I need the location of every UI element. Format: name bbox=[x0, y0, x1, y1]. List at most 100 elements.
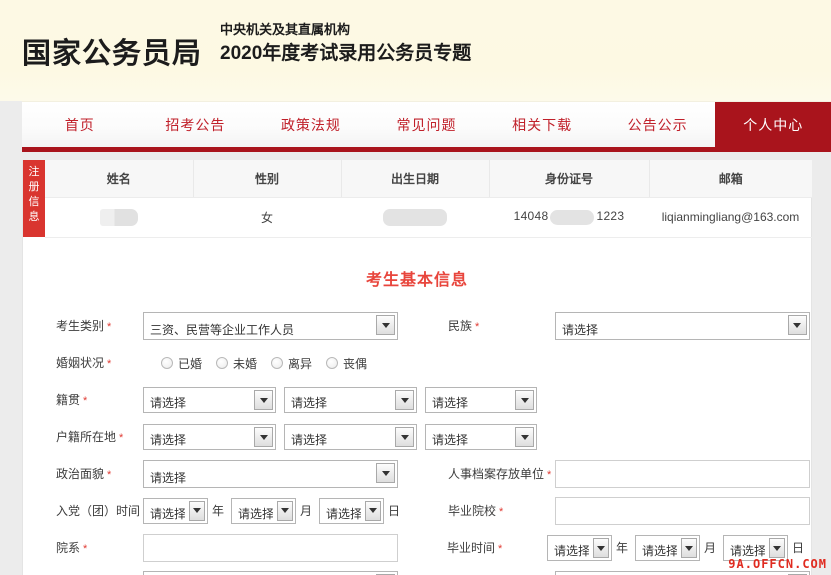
column-header-name: 姓名 bbox=[45, 160, 194, 198]
field-ethnicity: 民族 * 请选择 bbox=[440, 312, 811, 341]
unit-day: 日 bbox=[388, 503, 401, 518]
select-native-place-city[interactable]: 请选择 bbox=[284, 387, 417, 413]
select-party-join-month[interactable]: 请选择 bbox=[231, 497, 297, 524]
select-candidate-category[interactable]: 三资、民营等企业工作人员 bbox=[143, 312, 398, 340]
redacted-name bbox=[100, 208, 138, 226]
column-header-email: 邮箱 bbox=[649, 160, 812, 198]
form-row-native-place: 籍贯 * 请选择 请选择 请选择 bbox=[23, 386, 811, 415]
chevron-down-icon[interactable] bbox=[592, 538, 609, 558]
badge-char-3: 信 bbox=[28, 195, 40, 208]
select-party-join-year[interactable]: 请选择 bbox=[143, 497, 208, 524]
chevron-down-icon[interactable] bbox=[189, 500, 205, 521]
radio-button-icon[interactable] bbox=[271, 357, 284, 369]
cell-id-number: 14048 1223 bbox=[489, 197, 649, 238]
select-ethnicity[interactable]: 请选择 bbox=[554, 312, 810, 340]
cell-email: liqianmingliang@163.com bbox=[649, 197, 812, 238]
select-graduation-year-value: 请选择 bbox=[553, 544, 589, 558]
registration-info-block: 注 册 信 息 姓名 性别 出生日期 身份证号 邮箱 女 14048 1223 … bbox=[23, 160, 812, 238]
nav-list: 首页 招考公告 政策法规 常见问题 相关下载 公告公示 个人中心 bbox=[22, 102, 831, 148]
select-graduation-day-value: 请选择 bbox=[729, 544, 765, 558]
chevron-down-icon[interactable] bbox=[365, 500, 382, 521]
nav-item-6[interactable]: 个人中心 bbox=[715, 102, 831, 148]
required-marker: * bbox=[107, 357, 112, 370]
form-row-political-file: 政治面貌 * 请选择 人事档案存放单位 * bbox=[23, 460, 811, 489]
required-marker: * bbox=[83, 542, 88, 555]
chevron-down-icon[interactable] bbox=[395, 390, 414, 410]
field-degree: 学位* 请选择 bbox=[440, 571, 811, 575]
nav-item-2[interactable]: 政策法规 bbox=[253, 102, 369, 148]
select-household-city[interactable]: 请选择 bbox=[284, 424, 417, 450]
chevron-down-icon[interactable] bbox=[768, 538, 785, 558]
chevron-down-icon[interactable] bbox=[515, 390, 534, 410]
cell-birthdate bbox=[341, 197, 489, 238]
radio-label: 丧偶 bbox=[343, 356, 368, 371]
nav-item-3[interactable]: 常见问题 bbox=[369, 102, 485, 148]
label-native-place: 籍贯 * bbox=[56, 392, 88, 407]
select-graduation-month[interactable]: 请选择 bbox=[634, 535, 700, 561]
select-political-status[interactable]: 请选择 bbox=[143, 460, 398, 488]
field-candidate-category: 考生类别 * 三资、民营等企业工作人员 bbox=[23, 312, 440, 341]
badge-char-4: 息 bbox=[28, 210, 40, 223]
nav-item-4[interactable]: 相关下载 bbox=[484, 102, 600, 148]
select-household-city-value: 请选择 bbox=[291, 433, 328, 447]
registration-table: 姓名 性别 出生日期 身份证号 邮箱 女 14048 1223 liqianmin… bbox=[45, 160, 812, 238]
chevron-down-icon[interactable] bbox=[254, 427, 273, 447]
radio-marital-0[interactable]: 已婚 bbox=[161, 355, 202, 372]
required-marker: * bbox=[83, 394, 88, 407]
required-marker: * bbox=[119, 431, 124, 444]
header-brand: 国家公务员局 中央机关及其直属机构 2020年度考试录用公务员专题 bbox=[22, 20, 471, 68]
chevron-down-icon[interactable] bbox=[277, 500, 294, 521]
input-personnel-file-unit[interactable] bbox=[554, 460, 810, 488]
field-household-location: 户籍所在地 * 请选择 请选择 请选择 bbox=[23, 423, 537, 452]
radio-marital-3[interactable]: 丧偶 bbox=[326, 355, 367, 372]
radio-button-icon[interactable] bbox=[326, 357, 339, 369]
radio-button-icon[interactable] bbox=[161, 357, 173, 369]
radio-marital-1[interactable]: 未婚 bbox=[216, 355, 257, 372]
select-graduation-year[interactable]: 请选择 bbox=[546, 535, 612, 561]
table-header-row: 姓名 性别 出生日期 身份证号 邮箱 bbox=[45, 160, 812, 198]
label-degree: 学位* bbox=[440, 571, 555, 575]
chevron-down-icon[interactable] bbox=[787, 315, 807, 335]
input-graduate-school[interactable] bbox=[554, 497, 810, 525]
select-political-status-value: 请选择 bbox=[150, 471, 187, 485]
input-department[interactable] bbox=[143, 534, 398, 562]
required-marker: * bbox=[546, 468, 552, 481]
nav-item-0[interactable]: 首页 bbox=[22, 102, 138, 148]
field-political-status: 政治面貌 * 请选择 bbox=[23, 460, 440, 489]
chevron-down-icon[interactable] bbox=[376, 315, 395, 335]
select-household-district[interactable]: 请选择 bbox=[425, 424, 537, 450]
required-marker: * bbox=[474, 320, 480, 333]
header-title: 2020年度考试录用公务员专题 bbox=[220, 42, 472, 64]
form-section-title: 考生基本信息 bbox=[365, 271, 468, 289]
select-party-join-day[interactable]: 请选择 bbox=[319, 497, 385, 524]
radio-button-icon[interactable] bbox=[216, 357, 229, 369]
label-candidate-category: 考生类别 * bbox=[56, 318, 112, 333]
select-native-place-district-value: 请选择 bbox=[432, 396, 469, 410]
chevron-down-icon[interactable] bbox=[515, 427, 534, 447]
chevron-down-icon[interactable] bbox=[680, 538, 697, 558]
content-card: 注 册 信 息 姓名 性别 出生日期 身份证号 邮箱 女 14048 1223 … bbox=[22, 160, 812, 575]
nav-item-1[interactable]: 招考公告 bbox=[138, 102, 254, 148]
select-household-province-value: 请选择 bbox=[150, 433, 187, 447]
nav-item-5[interactable]: 公告公示 bbox=[600, 102, 716, 148]
chevron-down-icon[interactable] bbox=[395, 427, 414, 447]
select-household-district-value: 请选择 bbox=[432, 433, 469, 447]
column-header-gender: 性别 bbox=[193, 160, 342, 198]
field-graduate-school: 毕业院校 * bbox=[440, 497, 811, 526]
select-ethnicity-value: 请选择 bbox=[561, 323, 598, 337]
select-degree[interactable]: 请选择 bbox=[554, 571, 810, 575]
label-graduation-time: 毕业时间 * bbox=[447, 540, 503, 555]
select-household-province[interactable]: 请选择 bbox=[143, 424, 276, 450]
column-header-id: 身份证号 bbox=[489, 160, 650, 198]
chevron-down-icon[interactable] bbox=[376, 463, 395, 483]
select-native-place-district[interactable]: 请选择 bbox=[425, 387, 537, 413]
chevron-down-icon[interactable] bbox=[254, 390, 273, 410]
form-row-department-graduation: 院系 * 毕业时间 * 请选择 年 请选择 月 请选择 日 bbox=[23, 534, 811, 563]
redacted-id-middle bbox=[550, 209, 595, 225]
select-highest-education[interactable]: 硕士研究生 bbox=[143, 571, 398, 575]
field-native-place: 籍贯 * 请选择 请选择 请选择 bbox=[23, 386, 537, 415]
cell-gender: 女 bbox=[193, 197, 341, 238]
radio-marital-2[interactable]: 离异 bbox=[271, 355, 312, 372]
select-native-place-city-value: 请选择 bbox=[291, 396, 328, 410]
select-native-place-province[interactable]: 请选择 bbox=[143, 387, 276, 413]
